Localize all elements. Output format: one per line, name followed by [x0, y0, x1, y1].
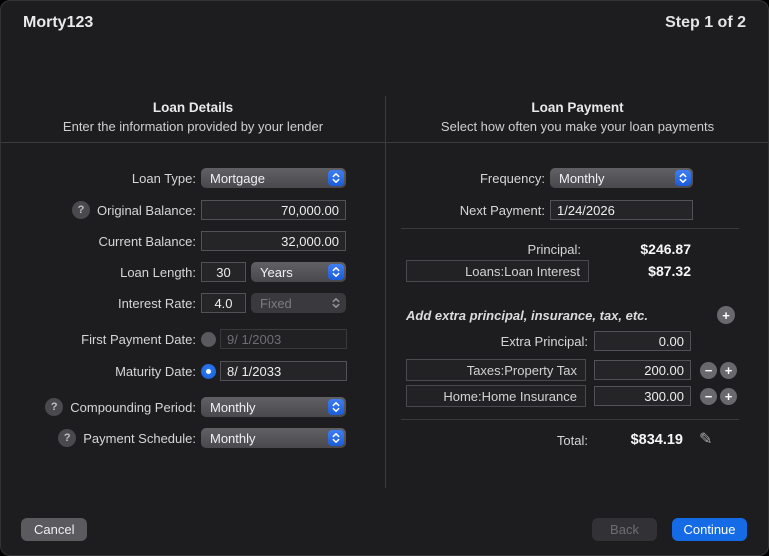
maturity-date-label: Maturity Date:: [115, 363, 196, 379]
loan-payment-heading: Loan Payment: [531, 100, 624, 115]
interest-rate-input[interactable]: [201, 293, 246, 313]
loan-details-heading: Loan Details: [152, 100, 234, 115]
cancel-button[interactable]: Cancel: [21, 518, 88, 541]
extra-amount-input[interactable]: [594, 360, 691, 380]
popup-chevrons-icon: [328, 430, 344, 446]
loan-setup-dialog: Morty123 Step 1 of 2 Loan Details Enter …: [0, 0, 769, 556]
first-payment-date-input: [220, 329, 347, 349]
extra-category-box[interactable]: Taxes:Property Tax: [406, 359, 586, 381]
edit-total-icon[interactable]: ✎: [699, 432, 712, 448]
frequency-row: Frequency: Monthly: [385, 167, 768, 189]
popup-chevrons-icon: [328, 295, 344, 311]
loan-length-label: Loan Length:: [120, 264, 196, 280]
maturity-date-radio[interactable]: [201, 363, 216, 379]
next-payment-input[interactable]: [550, 200, 693, 220]
payment-section-divider: [401, 228, 739, 229]
loan-details-subheading: Enter the information provided by your l…: [62, 119, 324, 134]
loan-length-input[interactable]: [201, 262, 246, 282]
extra-principal-row: Extra Principal:: [385, 330, 768, 352]
compounding-period-label: Compounding Period:: [70, 399, 196, 415]
compounding-period-popup[interactable]: Monthly: [201, 397, 346, 417]
maturity-date-row: Maturity Date:: [1, 360, 385, 382]
popup-chevrons-icon: [328, 264, 344, 280]
popup-chevrons-icon: [675, 170, 691, 186]
popup-chevrons-icon: [328, 170, 344, 186]
frequency-label: Frequency:: [479, 170, 545, 186]
interest-row: Loans:Loan Interest $87.32: [385, 260, 768, 282]
help-icon[interactable]: ?: [72, 201, 90, 219]
extra-category-value: Taxes:Property Tax: [466, 362, 577, 378]
compounding-period-row: ? Compounding Period: Monthly: [1, 396, 385, 418]
principal-value: $246.87: [640, 241, 691, 257]
loan-payment-subheading: Select how often you make your loan paym…: [440, 119, 715, 134]
total-value: $834.19: [630, 432, 683, 448]
extra-category-value: Home:Home Insurance: [443, 388, 577, 404]
add-extra-icon[interactable]: +: [720, 361, 737, 379]
remove-extra-icon[interactable]: −: [700, 387, 717, 405]
first-payment-date-label: First Payment Date:: [81, 331, 196, 347]
extra-principal-label: Extra Principal:: [500, 333, 588, 349]
principal-label: Principal:: [527, 241, 581, 257]
continue-button[interactable]: Continue: [672, 518, 747, 541]
loan-type-label: Loan Type:: [131, 170, 196, 186]
original-balance-input[interactable]: [201, 200, 346, 220]
extra-amount-input[interactable]: [594, 386, 691, 406]
payment-schedule-value: Monthly: [210, 430, 256, 446]
loan-type-popup-value: Mortgage: [210, 170, 265, 186]
add-extra-icon[interactable]: +: [717, 306, 735, 324]
popup-chevrons-icon: [328, 399, 344, 415]
remove-extra-icon[interactable]: −: [700, 361, 717, 379]
current-balance-input[interactable]: [201, 231, 346, 251]
payment-schedule-label: Payment Schedule:: [83, 430, 196, 446]
interest-rate-row: Interest Rate: Fixed: [1, 292, 385, 314]
step-indicator: Step 1 of 2: [665, 14, 746, 31]
current-balance-row: Current Balance:: [1, 230, 385, 252]
first-payment-radio[interactable]: [201, 331, 216, 347]
extra-item-row: Home:Home Insurance − +: [385, 385, 768, 407]
total-section-divider: [401, 419, 739, 420]
maturity-date-input[interactable]: [220, 361, 347, 381]
loan-type-popup[interactable]: Mortgage: [201, 168, 346, 188]
loan-length-unit-value: Years: [260, 264, 293, 280]
extra-principal-input[interactable]: [594, 331, 691, 351]
payment-schedule-row: ? Payment Schedule: Monthly: [1, 427, 385, 449]
loan-details-header: Loan Details Enter the information provi…: [1, 100, 385, 134]
original-balance-row: ? Original Balance:: [1, 199, 385, 221]
loan-type-row: Loan Type: Mortgage: [1, 167, 385, 189]
loan-payment-header: Loan Payment Select how often you make y…: [385, 100, 768, 134]
frequency-value: Monthly: [559, 170, 605, 186]
interest-category-value: Loans:Loan Interest: [465, 263, 580, 279]
extra-item-row: Taxes:Property Tax − +: [385, 359, 768, 381]
loan-length-unit-popup[interactable]: Years: [251, 262, 346, 282]
frequency-popup[interactable]: Monthly: [550, 168, 693, 188]
help-icon[interactable]: ?: [45, 398, 64, 416]
compounding-period-value: Monthly: [210, 399, 256, 415]
interest-rate-label: Interest Rate:: [117, 295, 196, 311]
original-balance-label: Original Balance:: [97, 202, 196, 218]
extra-category-box[interactable]: Home:Home Insurance: [406, 385, 586, 407]
help-icon[interactable]: ?: [58, 429, 77, 447]
next-payment-label: Next Payment:: [459, 202, 545, 218]
interest-rate-type-popup: Fixed: [251, 293, 346, 313]
titlebar: Morty123 Step 1 of 2: [23, 14, 746, 32]
next-payment-row: Next Payment:: [385, 199, 768, 221]
total-label: Total:: [556, 432, 588, 448]
add-extra-icon[interactable]: +: [720, 387, 737, 405]
principal-row: Principal: $246.87: [385, 238, 768, 260]
first-payment-date-row: First Payment Date:: [1, 328, 385, 350]
extras-hint-row: Add extra principal, insurance, tax, etc…: [385, 304, 768, 326]
window-title: Morty123: [23, 14, 94, 31]
interest-category-box[interactable]: Loans:Loan Interest: [406, 260, 589, 282]
total-row: Total: $834.19 ✎: [385, 429, 768, 451]
back-button: Back: [592, 518, 657, 541]
payment-schedule-popup[interactable]: Monthly: [201, 428, 346, 448]
interest-value: $87.32: [648, 263, 691, 279]
interest-rate-type-value: Fixed: [260, 295, 292, 311]
extras-hint-text: Add extra principal, insurance, tax, etc…: [406, 307, 649, 323]
current-balance-label: Current Balance:: [98, 233, 196, 249]
loan-length-row: Loan Length: Years: [1, 261, 385, 283]
